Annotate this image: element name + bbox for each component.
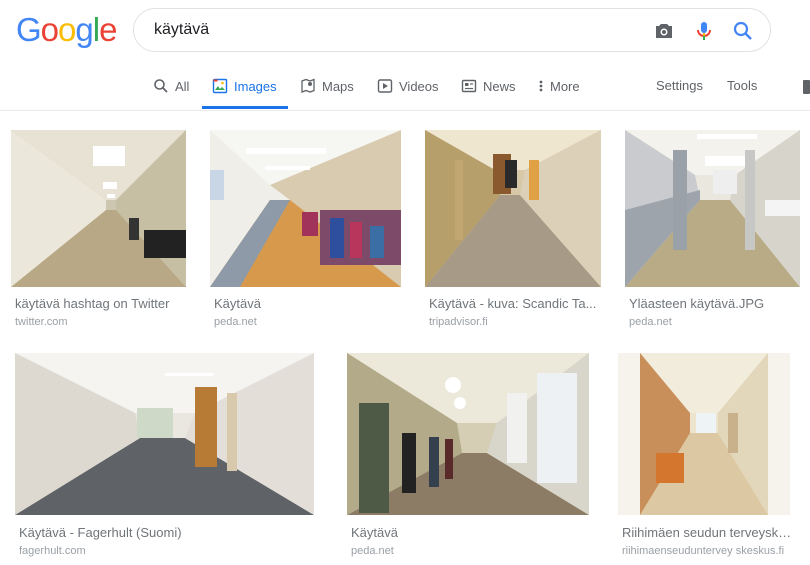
search-icon [154, 79, 168, 93]
result-source[interactable]: riihimaenseuduntervey skeskus.fi [622, 545, 794, 557]
result-thumbnail[interactable] [15, 353, 314, 515]
logo-letter: g [75, 11, 93, 48]
play-icon [377, 79, 393, 93]
result-title[interactable]: Käytävä [351, 525, 589, 540]
image-icon [212, 78, 228, 94]
result-thumbnail[interactable] [625, 130, 800, 287]
image-result[interactable]: Yläasteen käytävä.JPG peda.net [625, 130, 800, 330]
result-title[interactable]: Käytävä - kuva: Scandic Ta... [429, 296, 599, 311]
mic-icon[interactable] [692, 19, 716, 43]
tab-news[interactable]: News [461, 78, 516, 94]
result-thumbnail[interactable] [210, 130, 401, 287]
search-tabs: All Images Maps Videos News More Setting… [0, 66, 810, 111]
tab-images[interactable]: Images [212, 78, 277, 94]
tools-label: Tools [727, 78, 758, 93]
tab-label: Videos [399, 78, 439, 94]
tools-link[interactable]: Tools [727, 78, 757, 93]
result-source[interactable]: peda.net [629, 316, 672, 328]
active-tab-indicator [202, 106, 288, 109]
result-title[interactable]: Yläasteen käytävä.JPG [629, 296, 799, 311]
result-thumbnail[interactable] [425, 130, 601, 287]
result-title[interactable]: Riihimäen seudun terveyske... [622, 525, 794, 540]
search-box[interactable]: käytävä [133, 8, 771, 52]
google-logo[interactable]: Google [16, 11, 117, 49]
image-result[interactable]: Käytävä - Fagerhult (Suomi) fagerhult.co… [15, 353, 314, 558]
tab-label: All [175, 78, 190, 94]
settings-label: Settings [656, 78, 703, 93]
tab-label: News [483, 78, 516, 94]
result-title[interactable]: käytävä hashtag on Twitter [15, 296, 185, 311]
image-result[interactable]: Käytävä - kuva: Scandic Ta... tripadviso… [425, 130, 601, 330]
result-thumbnail[interactable] [618, 353, 790, 515]
result-source[interactable]: twitter.com [15, 316, 68, 328]
search-icon[interactable] [731, 19, 755, 43]
image-result[interactable]: käytävä hashtag on Twitter twitter.com [11, 130, 186, 330]
settings-link[interactable]: Settings [656, 78, 703, 93]
result-source[interactable]: tripadvisor.fi [429, 316, 488, 328]
result-thumbnail[interactable] [347, 353, 589, 515]
tab-videos[interactable]: Videos [377, 78, 439, 94]
result-title[interactable]: Käytävä - Fagerhult (Suomi) [19, 525, 309, 540]
map-pin-icon [301, 78, 315, 93]
tab-label: Maps [322, 78, 354, 94]
result-title[interactable]: Käytävä [214, 296, 399, 311]
more-vert-icon [539, 80, 543, 92]
camera-icon[interactable] [652, 19, 676, 43]
result-source[interactable]: peda.net [351, 545, 394, 557]
tab-maps[interactable]: Maps [300, 78, 354, 94]
image-result[interactable]: Riihimäen seudun terveyske... riihimaens… [618, 353, 794, 558]
apps-icon[interactable] [803, 80, 810, 94]
logo-letter: G [16, 11, 42, 48]
result-source[interactable]: fagerhult.com [19, 545, 86, 557]
tab-all[interactable]: All [153, 78, 189, 94]
search-input[interactable]: käytävä [154, 21, 209, 39]
logo-letter: o [58, 11, 76, 48]
result-source[interactable]: peda.net [214, 316, 257, 328]
tab-label: Images [234, 78, 277, 94]
image-result[interactable]: Käytävä peda.net [347, 353, 589, 558]
logo-letter: o [40, 11, 59, 48]
tab-more[interactable]: More [538, 78, 580, 94]
image-result[interactable]: Käytävä peda.net [210, 130, 401, 330]
news-icon [461, 79, 477, 93]
result-thumbnail[interactable] [11, 130, 186, 287]
logo-letter: e [99, 11, 117, 48]
tab-label: More [550, 78, 580, 94]
